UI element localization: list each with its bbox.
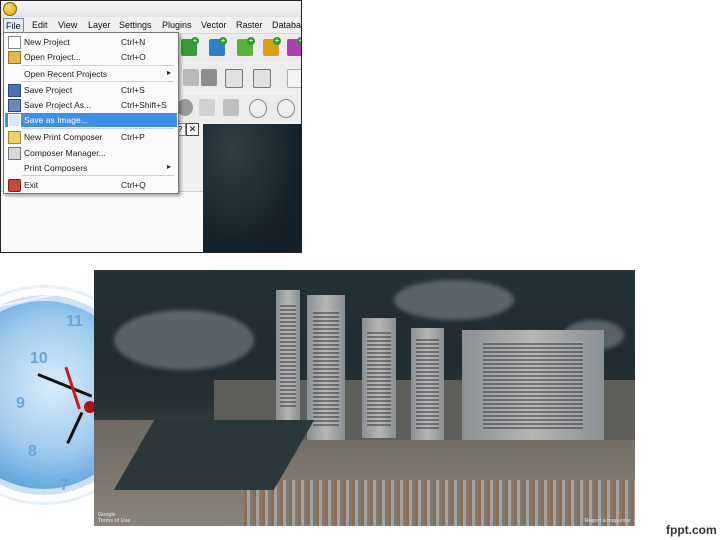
add-postgis-layer-icon[interactable]: + [237,37,255,56]
cloud [114,310,254,370]
node-tool-icon[interactable] [177,99,193,116]
map-attribution: Google Terms of Use [98,512,131,524]
menu-item-print-composers[interactable]: Print Composers ▸ [5,161,177,175]
pier [362,318,396,438]
pier [411,328,444,440]
qgis-screenshot: File Edit View Layer Settings Plugins Ve… [0,0,302,253]
menu-separator [22,175,174,176]
layers-panel [1,191,203,252]
fppt-logo: fppt.com [666,523,717,537]
menu-item-open-recent[interactable]: Open Recent Projects ▸ [5,67,177,81]
menu-plugins[interactable]: Plugins [162,18,192,33]
menu-settings[interactable]: Settings [119,18,152,33]
measure-icon[interactable] [249,99,267,118]
container-terminal [462,330,604,440]
menu-item-save-project-as[interactable]: Save Project As... Ctrl+Shift+S [5,98,177,112]
identify-icon[interactable] [223,99,239,116]
menu-separator [22,81,174,82]
menu-layer[interactable]: Layer [88,18,111,33]
satellite-image: Google Terms of Use Report a map error [94,270,635,526]
clock-number: 11 [66,313,83,330]
menu-item-composer-manager[interactable]: Composer Manager... [5,146,177,160]
pier [307,295,345,440]
clock-number: 9 [16,395,25,412]
qgis-logo-icon [3,2,17,16]
add-raster-layer-icon[interactable]: + [209,37,227,56]
edit-select-icon[interactable] [253,69,271,88]
save-as-icon [8,99,21,112]
save-icon [8,84,21,97]
submenu-arrow-icon: ▸ [166,68,171,77]
cloud [394,280,514,320]
menu-file[interactable]: File [3,18,24,33]
menu-item-new-print-composer[interactable]: New Print Composer Ctrl+P [5,130,177,144]
light-streak [9,255,86,283]
submenu-arrow-icon: ▸ [166,162,171,171]
edit-icon[interactable] [225,69,243,88]
menu-item-open-project[interactable]: Open Project... Ctrl+O [5,50,177,64]
open-folder-icon [8,51,21,64]
title-bar [1,1,301,17]
new-composer-icon [8,131,21,144]
toolbar-digitize [177,94,301,122]
clock-number: 10 [30,350,48,367]
composer-manager-icon [8,147,21,160]
menu-raster[interactable]: Raster [236,18,263,33]
tools-icon[interactable] [201,69,217,86]
label-icon[interactable] [287,69,301,88]
zoom-icon[interactable] [277,99,295,118]
menu-item-exit[interactable]: Exit Ctrl+Q [5,178,177,192]
new-document-icon [8,36,21,49]
report-error-link[interactable]: Report a map error [585,518,631,524]
menu-view[interactable]: View [58,18,77,33]
menu-item-save-project[interactable]: Save Project Ctrl+S [5,83,177,97]
city-blocks [244,480,635,526]
menu-vector[interactable]: Vector [201,18,227,33]
add-vector-layer-icon[interactable]: + [181,37,199,56]
map-canvas[interactable] [203,124,301,252]
file-menu-dropdown: New Project Ctrl+N Open Project... Ctrl+… [3,32,179,194]
terms-link[interactable]: Terms of Use [98,518,130,524]
move-feature-icon[interactable] [199,99,215,116]
add-wms-layer-icon[interactable]: + [287,37,301,56]
pier [276,290,300,420]
menu-edit[interactable]: Edit [32,18,48,33]
menu-database[interactable]: Databa [272,18,301,33]
clock-number: 7 [60,477,69,494]
toolbar-navigation [179,64,301,92]
save-image-icon [8,114,21,127]
add-spatialite-layer-icon[interactable]: + [263,37,281,56]
close-icon[interactable]: ✕ [186,123,199,136]
menu-item-new-project[interactable]: New Project Ctrl+N [5,35,177,49]
toolbar-layers: + + + + + [179,34,301,62]
exit-icon [8,179,21,192]
clock-number: 8 [28,443,37,460]
menu-separator [22,128,174,129]
menu-separator [22,65,174,66]
pan-icon[interactable] [183,69,199,86]
menu-item-save-as-image[interactable]: Save as Image... [5,113,177,127]
